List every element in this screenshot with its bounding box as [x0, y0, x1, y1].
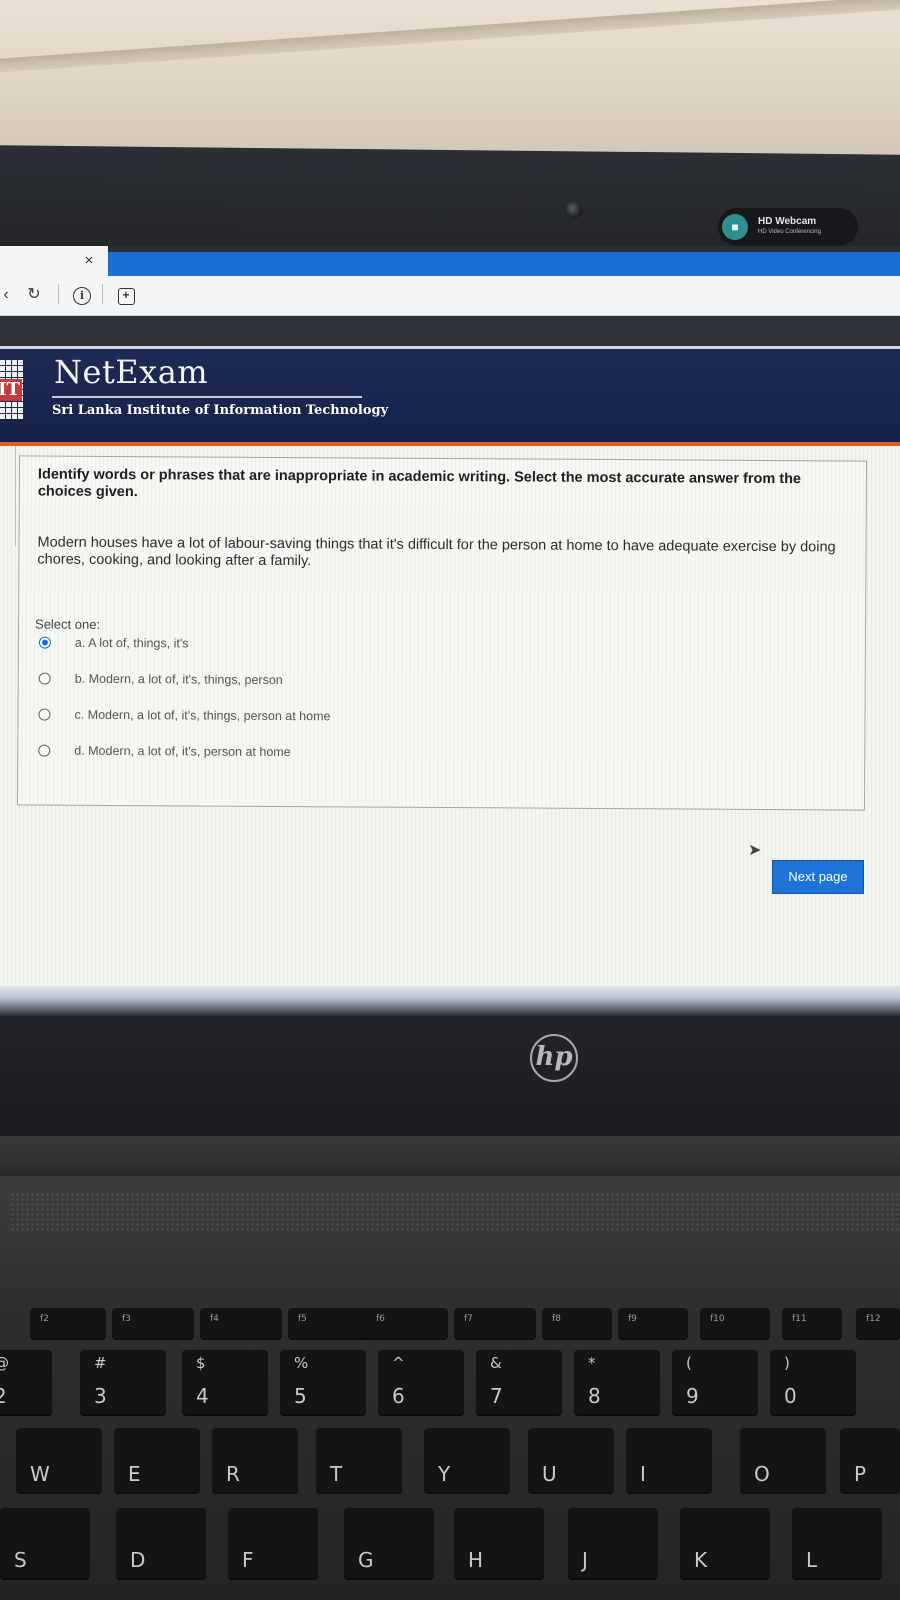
- select-one-label: Select one:: [35, 616, 101, 632]
- key-2[interactable]: @2: [0, 1350, 52, 1414]
- toolbar-divider: [102, 284, 103, 304]
- back-icon[interactable]: ‹: [0, 283, 18, 307]
- browser-toolbar: ‹ ↻ i +: [0, 276, 900, 316]
- key-9[interactable]: (9: [672, 1350, 758, 1414]
- webcam-title: HD Webcam: [758, 216, 817, 227]
- key-f3[interactable]: f3: [112, 1308, 194, 1338]
- site-info-icon[interactable]: i: [70, 283, 94, 307]
- video-camera-icon: ■: [722, 214, 748, 240]
- browser-tab[interactable]: ×: [0, 246, 108, 278]
- key-f9[interactable]: f9: [618, 1308, 688, 1338]
- site-header: IT NetExam Sri Lanka Institute of Inform…: [0, 346, 900, 446]
- toolbar-divider: [58, 284, 59, 304]
- key-u[interactable]: U: [528, 1428, 614, 1492]
- question-prompt: Identify words or phrases that are inapp…: [37, 466, 802, 501]
- save-page-icon[interactable]: +: [114, 283, 138, 307]
- key-3[interactable]: #3: [80, 1350, 166, 1414]
- key-d[interactable]: D: [116, 1508, 206, 1578]
- hp-logo: hp: [530, 1034, 578, 1082]
- key-p[interactable]: P: [840, 1428, 900, 1492]
- key-l[interactable]: L: [792, 1508, 882, 1578]
- key-5[interactable]: % 5: [280, 1350, 366, 1414]
- answer-option-a[interactable]: a. A lot of, things, it's: [38, 633, 189, 654]
- radio-button-c[interactable]: [38, 708, 51, 721]
- key-w[interactable]: W: [16, 1428, 102, 1492]
- site-brand[interactable]: NetExam: [54, 353, 208, 391]
- key-k[interactable]: K: [680, 1508, 770, 1578]
- key-8[interactable]: * 8: [574, 1350, 660, 1414]
- institution-logo-text: IT: [0, 379, 22, 401]
- webcam-badge: ■ HD Webcam HD Video Conferencing: [718, 208, 858, 246]
- mouse-cursor-icon: ➤: [748, 842, 762, 859]
- speaker-grille: [10, 1192, 900, 1232]
- page-top-band: [0, 316, 900, 346]
- page-content: Identify words or phrases that are inapp…: [0, 446, 900, 986]
- key-r[interactable]: R: [212, 1428, 298, 1492]
- answer-option-b[interactable]: b. Modern, a lot of, it's, things, perso…: [38, 669, 283, 690]
- key-h[interactable]: H: [454, 1508, 544, 1578]
- close-tab-icon[interactable]: ×: [80, 252, 98, 270]
- answer-option-c[interactable]: c. Modern, a lot of, it's, things, perso…: [38, 705, 331, 727]
- answer-label-b: b. Modern, a lot of, it's, things, perso…: [74, 671, 283, 688]
- key-f[interactable]: F: [228, 1508, 318, 1578]
- key-f6[interactable]: f6: [366, 1308, 448, 1338]
- key-j[interactable]: J: [568, 1508, 658, 1578]
- answer-label-c: c. Modern, a lot of, it's, things, perso…: [74, 707, 331, 724]
- key-4[interactable]: $4: [182, 1350, 268, 1414]
- webcam-subtitle: HD Video Conferencing: [758, 229, 821, 235]
- question-passage: Modern houses have a lot of labour-savin…: [37, 534, 836, 570]
- answer-label-a: a. A lot of, things, it's: [74, 635, 189, 651]
- screen-bottom-edge: [0, 986, 900, 1016]
- answer-label-d: d. Modern, a lot of, it's, person at hom…: [74, 743, 291, 760]
- next-page-button[interactable]: Next page: [772, 860, 864, 894]
- key-f8[interactable]: f8: [542, 1308, 612, 1338]
- site-tagline: Sri Lanka Institute of Information Techn…: [52, 403, 389, 418]
- key-f11[interactable]: f11: [782, 1308, 842, 1338]
- brand-divider: [52, 396, 362, 398]
- radio-button-b[interactable]: [38, 672, 51, 685]
- key-f10[interactable]: f10: [700, 1308, 770, 1338]
- key-6[interactable]: ^ 6: [378, 1350, 464, 1414]
- key-g[interactable]: G: [344, 1508, 434, 1578]
- reload-icon[interactable]: ↻: [22, 283, 46, 307]
- key-f12[interactable]: f12: [856, 1308, 900, 1338]
- key-f2[interactable]: f2: [30, 1308, 106, 1338]
- key-7[interactable]: & 7: [476, 1350, 562, 1414]
- laptop-hinge: [0, 1136, 900, 1176]
- key-o[interactable]: O: [740, 1428, 826, 1492]
- radio-button-d[interactable]: [38, 744, 51, 757]
- question-nav-stub: [0, 446, 16, 546]
- key-f4[interactable]: f4: [200, 1308, 282, 1338]
- laptop-chin: [0, 1016, 900, 1136]
- answer-option-d[interactable]: d. Modern, a lot of, it's, person at hom…: [38, 741, 291, 763]
- key-e[interactable]: E: [114, 1428, 200, 1492]
- laptop-screen: × ‹ ↻ i + IT NetExam Sri Lanka Institute…: [0, 246, 900, 1016]
- webcam-lens-icon: [566, 202, 582, 218]
- key-i[interactable]: I: [626, 1428, 712, 1492]
- key-f5[interactable]: f5: [288, 1308, 370, 1338]
- key-y[interactable]: Y: [424, 1428, 510, 1492]
- key-t[interactable]: T: [316, 1428, 402, 1492]
- radio-button-a[interactable]: [38, 636, 51, 649]
- key-s[interactable]: S: [0, 1508, 90, 1578]
- key-0[interactable]: ) 0: [770, 1350, 856, 1414]
- question-card: Identify words or phrases that are inapp…: [16, 455, 868, 811]
- key-f7[interactable]: f7: [454, 1308, 536, 1338]
